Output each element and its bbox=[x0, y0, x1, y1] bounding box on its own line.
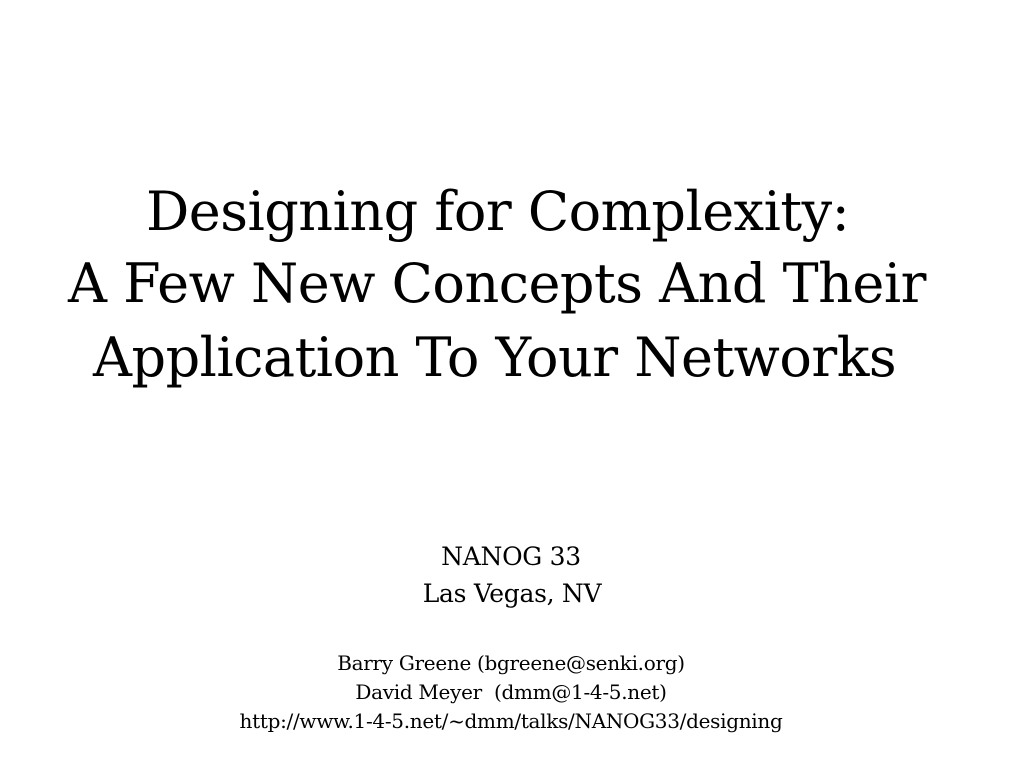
slide-title-line-3: Application To Your Networks bbox=[93, 326, 897, 389]
author-line-2: David Meyer (dmm@1-4-5.net) bbox=[355, 680, 667, 704]
event-name: NANOG 33 bbox=[441, 542, 581, 571]
author-line-1: Barry Greene (bgreene@senki.org) bbox=[337, 651, 685, 675]
slide-title-line-1: Designing for Complexity: bbox=[146, 180, 850, 243]
talk-url: http://www.1-4-5.net/~dmm/talks/NANOG33/… bbox=[239, 709, 783, 733]
event-location: Las Vegas, NV bbox=[422, 579, 602, 608]
slide-title-line-2: A Few New Concepts And Their bbox=[68, 252, 926, 315]
title-slide: Designing for Complexity: A Few New Conc… bbox=[0, 0, 1024, 768]
